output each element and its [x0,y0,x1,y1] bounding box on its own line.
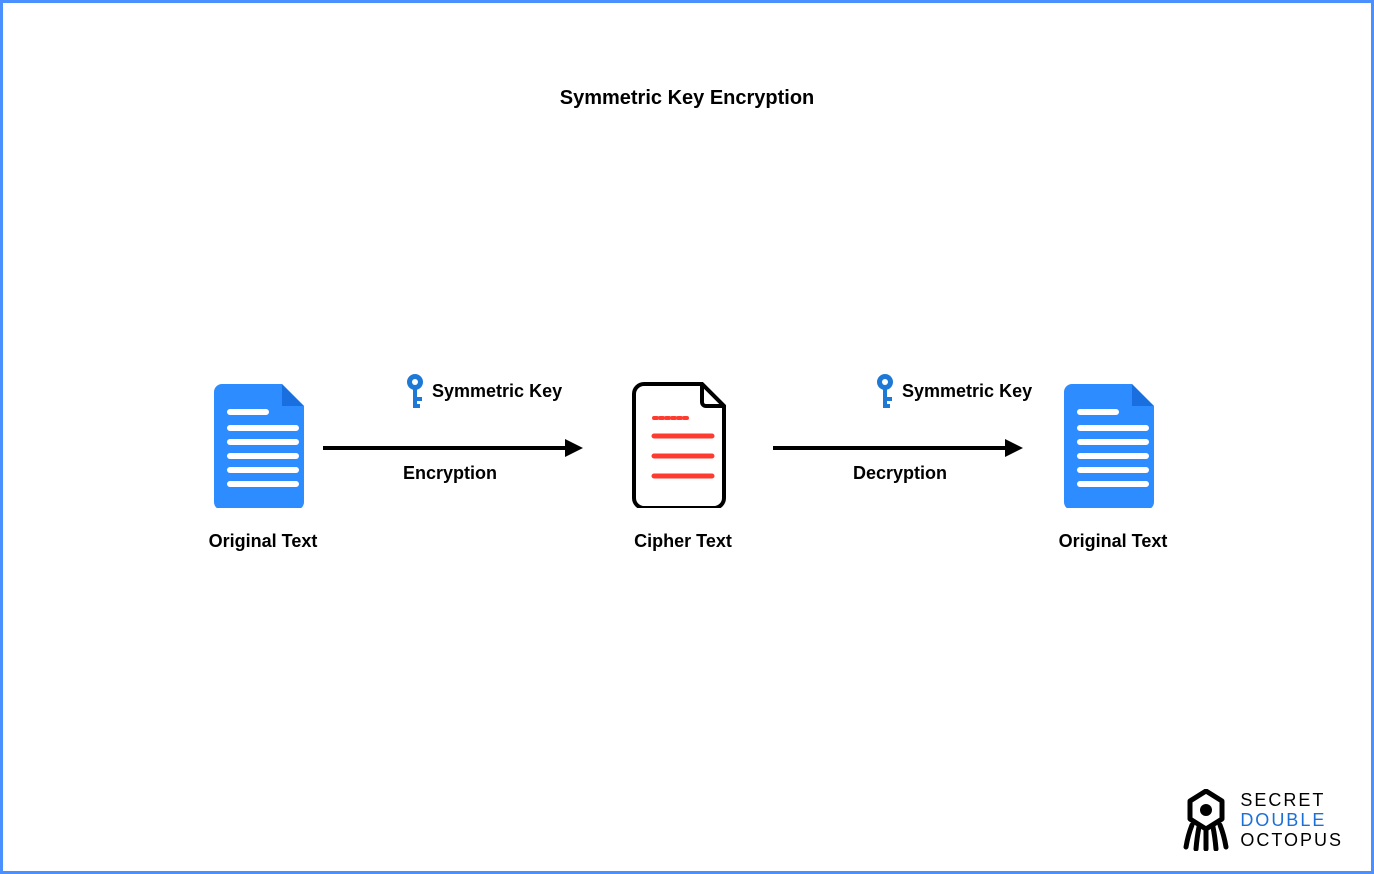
node-caption: Original Text [1033,531,1193,552]
arrow-right-icon [773,433,1023,463]
document-icon [1058,378,1168,508]
node-caption: Original Text [183,531,343,552]
action-label-decrypt: Decryption [853,463,947,484]
action-label-encrypt: Encryption [403,463,497,484]
logo-line-2: DOUBLE [1240,810,1343,830]
key-label-text: Symmetric Key [432,381,562,401]
node-original-left: Original Text [183,378,343,552]
brand-logo-text: SECRET DOUBLE OCTOPUS [1240,790,1343,850]
key-icon [403,373,427,411]
cipher-document-icon [628,378,738,508]
document-icon [208,378,318,508]
diagram-frame: Symmetric Key Encryption Original Text [0,0,1374,874]
arrow-right-icon [323,433,583,463]
octopus-icon [1182,789,1230,851]
diagram-title: Symmetric Key Encryption [3,87,1371,110]
node-cipher: Cipher Text [603,378,763,552]
key-label-text: Symmetric Key [902,381,1032,401]
logo-line-3: OCTOPUS [1240,830,1343,850]
node-caption: Cipher Text [603,531,763,552]
key-label-encrypt: Symmetric Key [403,373,562,411]
key-label-decrypt: Symmetric Key [873,373,1032,411]
brand-logo: SECRET DOUBLE OCTOPUS [1182,789,1343,851]
arrow-decryption [773,433,1023,463]
node-original-right: Original Text [1033,378,1193,552]
key-icon [873,373,897,411]
logo-line-1: SECRET [1240,790,1343,810]
arrow-encryption [323,433,583,463]
